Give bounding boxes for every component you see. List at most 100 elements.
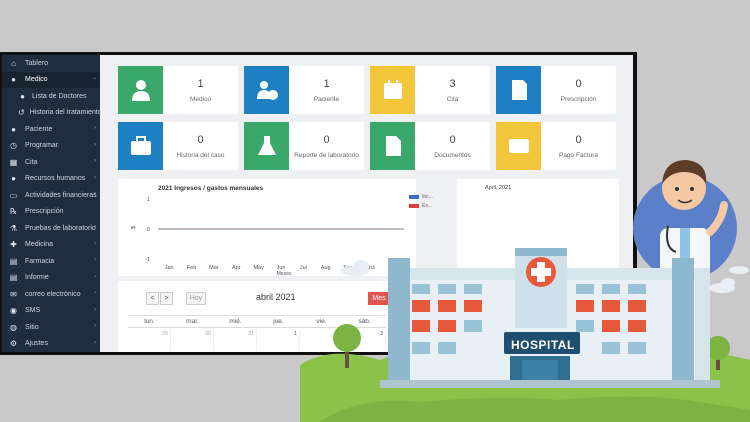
calendar-today-button[interactable]: Hoy	[186, 292, 206, 305]
sidebar-item[interactable]: ✉ correo electrónico ›	[2, 286, 100, 303]
chevron-icon: ›	[94, 323, 96, 329]
stat-card-icon-box	[370, 66, 415, 114]
sidebar-item-label: SMS	[25, 307, 41, 315]
legend-swatch	[409, 195, 419, 199]
calendar-month-view-button[interactable]: Mes	[368, 292, 390, 305]
rx-icon: ℞	[9, 207, 18, 217]
y-axis-label: $	[131, 226, 137, 229]
calendar-icon: ▦	[9, 157, 18, 167]
sidebar-item[interactable]: ◍ Sitio ›	[2, 319, 100, 336]
x-tick-label: Feb	[187, 265, 196, 271]
stat-card-body: 3 Cita	[415, 66, 490, 114]
stat-card[interactable]: 0 Historia del caso	[118, 122, 238, 170]
calendar-day-cell[interactable]: 2	[300, 329, 343, 351]
y-tick-label: 0	[147, 227, 150, 233]
stat-card[interactable]: 0 Documentos	[370, 122, 490, 170]
sidebar-item[interactable]: ▤ Farmacia ›	[2, 253, 100, 270]
stat-card-label: Reporte de laboratorio	[294, 151, 359, 159]
sidebar-item-label: Pruebas de laboratorio	[25, 224, 96, 232]
chevron-icon: ›	[94, 174, 96, 181]
calendar-weekday: lun.	[144, 318, 155, 325]
stat-card[interactable]: 0 Prescripción	[496, 66, 616, 114]
calendar-day-cell[interactable]: 29	[128, 329, 171, 351]
stat-card-label: Prescripción	[560, 95, 597, 103]
gear-icon: ⚙	[9, 339, 18, 349]
stat-card-icon-box	[496, 66, 541, 114]
sidebar-item[interactable]: ✚ Medicina ›	[2, 237, 100, 254]
income-expense-chart: 2021 Ingresos / gastos mensuales 1 0 -1 Jan…	[118, 179, 433, 276]
sidebar-item-label: Farmacia	[25, 257, 55, 265]
stat-card-label: Cita	[446, 95, 459, 103]
sidebar-item[interactable]: ⌂ Tablero	[2, 55, 100, 72]
sidebar-item-label: Programar	[25, 142, 59, 150]
calendar-next-button[interactable]: >	[160, 292, 173, 305]
sidebar-item[interactable]: ▤ Informe ›	[2, 270, 100, 287]
stat-card[interactable]: 1 Medico	[118, 66, 238, 114]
stat-card[interactable]: 0 Reporte de laboratorio	[244, 122, 364, 170]
calendar-day-cell[interactable]: 1	[257, 329, 300, 351]
grass-ground	[300, 345, 750, 422]
stat-card-value: 1	[197, 77, 204, 90]
doctor-icon	[131, 80, 150, 101]
chevron-icon: ›	[94, 306, 96, 313]
stat-card-label: Historia del caso	[176, 151, 225, 159]
flask-icon	[257, 136, 276, 155]
stat-card[interactable]: 1 Paciente	[244, 66, 364, 114]
users-icon: ●	[11, 124, 16, 134]
sidebar-item[interactable]: ⚗ Pruebas de laboratorio ›	[2, 220, 100, 237]
legend-swatch	[409, 204, 419, 208]
stat-card[interactable]: 0 Pago Factura	[496, 122, 616, 170]
sidebar-item[interactable]: ▭ Actividades financieras ›	[2, 187, 100, 204]
sidebar-item[interactable]: ◷ Programar ›	[2, 138, 100, 155]
main-content: 1 Medico 1 Paciente 3 Cita 0 Prescripción 0 Histo…	[100, 55, 633, 352]
chevron-icon: ›	[94, 240, 96, 247]
sidebar-item-label: Lista de Doctores	[32, 92, 87, 100]
sidebar-item[interactable]: ↺ Historia del tratamiento	[2, 105, 102, 122]
stat-card-value: 0	[575, 133, 582, 146]
calendar-day-cell[interactable]: 31	[214, 329, 257, 351]
sidebar-item-label: Medico	[25, 76, 48, 84]
chevron-icon: ›	[94, 125, 96, 131]
stat-card-body: 0 Pago Factura	[541, 122, 616, 170]
grass-highlight	[320, 396, 750, 422]
x-tick-label: Oct	[366, 265, 375, 271]
sidebar-item[interactable]: ◉ SMS ›	[2, 303, 100, 320]
sidebar-item-label: Sitio	[25, 323, 39, 331]
clock-icon: ◷	[10, 141, 17, 151]
document-icon	[385, 136, 401, 156]
sidebar-item[interactable]: ⚙ Ajustes ›	[2, 336, 100, 353]
side-panel-title: April, 2021	[485, 185, 512, 191]
sidebar-item[interactable]: ● Paciente ›	[2, 121, 100, 138]
tree-right	[706, 336, 730, 370]
x-axis-label: Meses	[277, 271, 292, 276]
chart-legend: Inc... Ex...	[409, 194, 433, 212]
sidebar-item-label: Historia del tratamiento	[29, 109, 102, 117]
sidebar-item[interactable]: ● Recursos humanos ›	[2, 171, 100, 188]
prescription-icon	[511, 80, 527, 100]
sidebar-item-label: Tablero	[25, 59, 48, 67]
calendar-weekday: mar.	[186, 318, 199, 325]
calendar-icon	[383, 80, 402, 99]
calendar-day-cell[interactable]: 30	[171, 329, 214, 351]
cloud-right	[709, 266, 749, 293]
stat-card-label: Pago Factura	[558, 151, 599, 159]
calendar-weekday: vie.	[316, 318, 327, 325]
sidebar-item-label: Informe	[25, 274, 49, 282]
stat-card[interactable]: 3 Cita	[370, 66, 490, 114]
medkit-icon	[130, 136, 151, 155]
y-tick-label: -1	[145, 257, 150, 263]
calendar-day-cell[interactable]: 3	[343, 329, 386, 351]
x-tick-label: Nov	[388, 265, 398, 271]
sidebar-item[interactable]: ● Lista de Doctores	[2, 88, 100, 105]
sidebar-item[interactable]: ▦ Cita ›	[2, 154, 100, 171]
sms-icon: ◉	[10, 306, 17, 316]
stat-card-icon-box	[244, 122, 289, 170]
calendar-weekday: mié.	[229, 318, 242, 325]
stat-card-body: 0 Reporte de laboratorio	[289, 122, 364, 170]
y-tick-label: 1	[147, 197, 150, 203]
sidebar-item[interactable]: ● Medico −	[2, 71, 100, 88]
chart-canvas: 10-1Jan Feb Mar Apr May Jun Jul Aug Sep Oct NovMes…	[131, 197, 404, 276]
globe-icon: ◍	[10, 322, 17, 332]
sidebar-item[interactable]: ℞ Prescripción	[2, 204, 100, 221]
calendar-prev-button[interactable]: <	[146, 292, 159, 305]
